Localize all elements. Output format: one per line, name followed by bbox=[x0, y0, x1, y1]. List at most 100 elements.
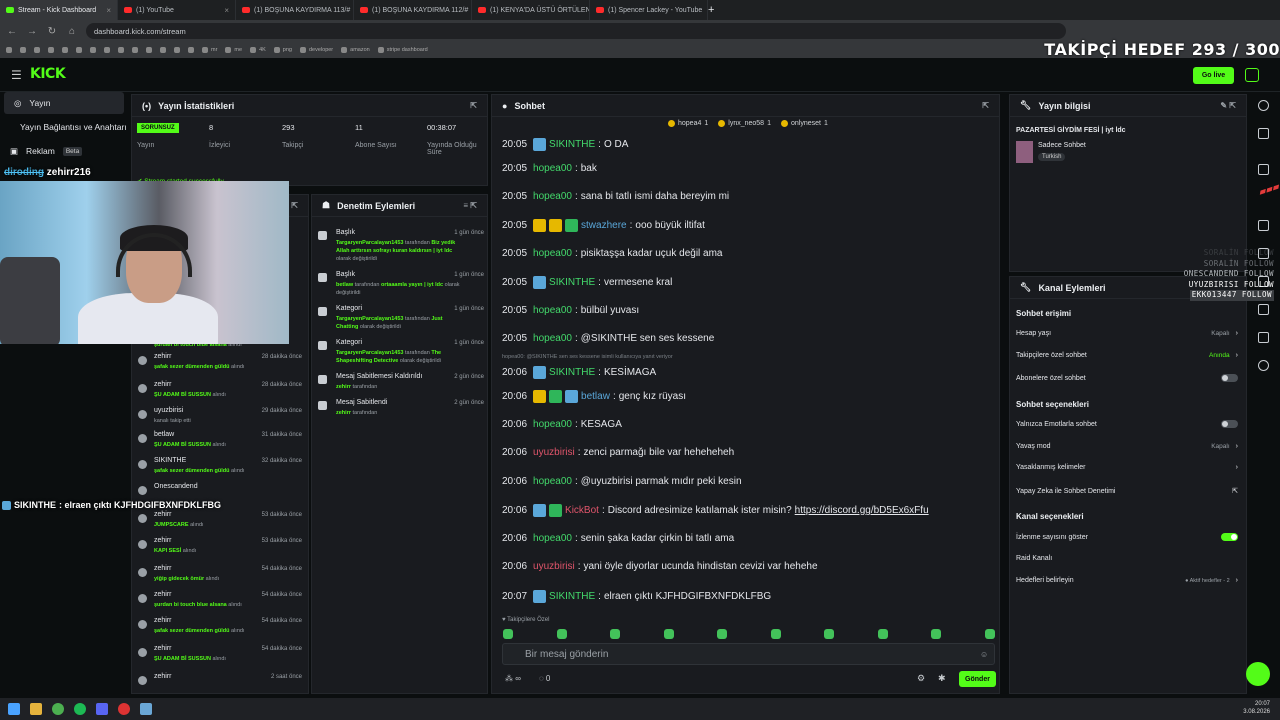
home-icon[interactable]: ⌂ bbox=[66, 26, 78, 37]
chat-user[interactable]: hopea00 bbox=[533, 191, 572, 202]
chat-user[interactable]: hopea00 bbox=[533, 533, 572, 544]
bookmark-item[interactable]: 4K bbox=[250, 47, 266, 53]
reload-icon[interactable]: ↻ bbox=[46, 26, 58, 37]
back-icon[interactable]: ← bbox=[6, 26, 18, 37]
emote-icon[interactable] bbox=[663, 629, 674, 639]
bookmark-icon[interactable] bbox=[20, 47, 26, 53]
new-tab-icon[interactable]: + bbox=[708, 4, 714, 16]
help-fab[interactable] bbox=[1246, 662, 1270, 686]
setting-slow-mode[interactable]: Yavaş mod Kapalı › bbox=[1016, 443, 1238, 450]
setting-subs-only[interactable]: Abonelere özel sohbet bbox=[1016, 374, 1238, 382]
chrome-icon[interactable] bbox=[52, 703, 64, 715]
bookmark-item[interactable]: me bbox=[225, 47, 242, 53]
discord-icon[interactable] bbox=[96, 703, 108, 715]
bookmark-icon[interactable] bbox=[132, 47, 138, 53]
bookmark-icon[interactable] bbox=[34, 47, 40, 53]
chat-user[interactable]: SIKINTHE bbox=[549, 367, 595, 378]
bookmark-item[interactable]: developer bbox=[299, 47, 333, 53]
emote-icon[interactable] bbox=[556, 629, 567, 639]
show-viewers-toggle[interactable] bbox=[1221, 533, 1238, 541]
explorer-icon[interactable] bbox=[30, 703, 42, 715]
crosshair-icon[interactable] bbox=[1258, 164, 1269, 175]
windows-start-icon[interactable] bbox=[8, 703, 20, 715]
sidebar-item-reklam[interactable]: ▣ Reklam Beta bbox=[0, 140, 128, 162]
bookmark-icon[interactable] bbox=[48, 47, 54, 53]
clipboard-icon[interactable] bbox=[1258, 220, 1269, 231]
bookmark-icon[interactable] bbox=[174, 47, 180, 53]
subs-only-toggle[interactable] bbox=[1221, 374, 1238, 382]
bookmark-icon[interactable] bbox=[118, 47, 124, 53]
kick-logo[interactable]: KICK bbox=[30, 66, 66, 82]
emote-only-toggle[interactable] bbox=[1221, 420, 1238, 428]
users-icon[interactable]: ⁂ ∞ bbox=[505, 674, 521, 683]
browser-tab[interactable]: (1) Spencer Lackey - YouTube× bbox=[590, 0, 708, 20]
chat-user[interactable]: uyuzbirisi bbox=[533, 447, 575, 458]
close-icon[interactable]: × bbox=[224, 6, 229, 15]
info-icon[interactable] bbox=[1258, 100, 1269, 111]
people-icon[interactable] bbox=[1258, 360, 1269, 371]
bookmark-icon[interactable] bbox=[90, 47, 96, 53]
mod-tools-icon[interactable]: ✱ bbox=[938, 673, 946, 684]
chat-user[interactable]: hopea00 bbox=[533, 476, 572, 487]
emoji-icon[interactable]: ☺ bbox=[980, 650, 988, 659]
browser-tab[interactable]: (1) YouTube × bbox=[118, 0, 236, 20]
chat-user[interactable]: hopea00 bbox=[533, 305, 572, 316]
bookmark-item[interactable]: stripe dashboard bbox=[377, 47, 428, 53]
chat-user[interactable]: uyuzbirisi bbox=[533, 561, 575, 572]
close-icon[interactable]: × bbox=[106, 6, 111, 15]
emote-icon[interactable] bbox=[503, 629, 513, 639]
gifter-chip[interactable]: lynx_neo58 1 bbox=[718, 120, 771, 127]
emote-icon[interactable] bbox=[824, 629, 834, 639]
spotify-icon[interactable] bbox=[74, 703, 86, 715]
browser-tab[interactable]: (1) BOŞUNA KAYDIRMA 112/#× bbox=[354, 0, 472, 20]
sidebar-item-yayin[interactable]: ◎ Yayın bbox=[4, 92, 124, 114]
setting-goals[interactable]: Hedefleri belirleyin ● Aktif hedefler - 2… bbox=[1016, 577, 1238, 584]
browser-tab[interactable]: Stream - Kick Dashboard × bbox=[0, 0, 118, 20]
url-field[interactable]: dashboard.kick.com/stream bbox=[86, 23, 1066, 39]
setting-raid[interactable]: Raid Kanalı bbox=[1016, 555, 1238, 562]
popout-icon[interactable]: ⇱ bbox=[291, 201, 298, 210]
obs-icon[interactable] bbox=[118, 703, 130, 715]
setting-ai-moderation[interactable]: Yapay Zeka ile Sohbet Denetimi ⇱ bbox=[1016, 487, 1238, 496]
gifter-chip[interactable]: onlyneset 1 bbox=[780, 120, 828, 127]
chat-user[interactable]: hopea00 bbox=[533, 419, 572, 430]
bookmark-icon[interactable] bbox=[6, 47, 12, 53]
settings-icon[interactable]: ⚙ bbox=[917, 673, 925, 684]
chat-user[interactable]: SIKINTHE bbox=[549, 591, 595, 602]
setting-banned-words[interactable]: Yasaklanmış kelimeler › bbox=[1016, 464, 1238, 471]
steam-icon[interactable] bbox=[140, 703, 152, 715]
bookmark-icon[interactable] bbox=[76, 47, 82, 53]
setting-account-age[interactable]: Hesap yaşı Kapalı › bbox=[1016, 330, 1238, 337]
filter-icon[interactable]: ≡ ⇱ bbox=[463, 201, 477, 210]
emote-icon[interactable] bbox=[717, 629, 727, 639]
bookmark-item[interactable]: mr bbox=[202, 47, 217, 53]
chat-user[interactable]: hopea00 bbox=[533, 248, 572, 259]
wrench-icon[interactable] bbox=[1258, 332, 1269, 343]
chat-input[interactable]: Bir mesaj gönderin bbox=[502, 643, 995, 665]
list-icon[interactable] bbox=[1258, 304, 1269, 315]
bookmark-icon[interactable] bbox=[62, 47, 68, 53]
browser-tab[interactable]: (1) KENYA'DA ÜSTÜ ÖRTÜLEN× bbox=[472, 0, 590, 20]
popout-icon[interactable]: ⇱ bbox=[982, 101, 989, 110]
menu-icon[interactable]: ☰ bbox=[11, 68, 22, 82]
bookmark-icon[interactable] bbox=[160, 47, 166, 53]
sidebar-item-stream-key[interactable]: Yayın Bağlantısı ve Anahtarı bbox=[0, 116, 128, 138]
chat-user[interactable]: hopea00 bbox=[533, 333, 572, 344]
profile-icon[interactable] bbox=[1245, 68, 1259, 82]
forward-icon[interactable]: → bbox=[26, 26, 38, 37]
bookmark-icon[interactable] bbox=[146, 47, 152, 53]
chat-user[interactable]: stwazhere bbox=[581, 220, 627, 231]
emote-icon[interactable] bbox=[877, 629, 888, 639]
edit-icon[interactable] bbox=[1258, 128, 1269, 139]
emote-icon[interactable] bbox=[931, 629, 941, 639]
setting-followers-only[interactable]: Takipçilere özel sohbet Anında › bbox=[1016, 352, 1238, 359]
gifter-chip[interactable]: hopea4 1 bbox=[668, 120, 708, 127]
bookmark-item[interactable]: amazon bbox=[341, 47, 370, 53]
emote-icon[interactable] bbox=[610, 629, 620, 639]
chat-user[interactable]: SIKINTHE bbox=[549, 277, 595, 288]
popout-icon[interactable]: ⇱ bbox=[470, 101, 477, 110]
setting-show-viewers[interactable]: İzlenme sayısını göster bbox=[1016, 533, 1238, 541]
edit-icon[interactable]: ✎ ⇱ bbox=[1220, 101, 1236, 110]
bookmark-item[interactable]: png bbox=[273, 47, 292, 53]
chat-user[interactable]: KickBot bbox=[565, 505, 599, 516]
